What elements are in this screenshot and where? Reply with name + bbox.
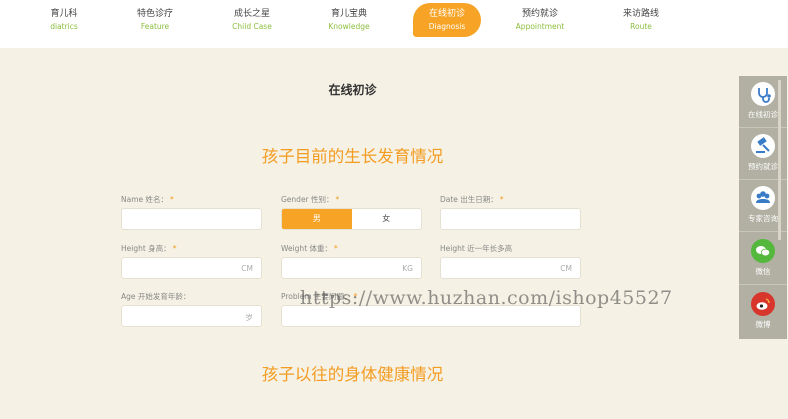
dob-label-text: Date 出生日期： <box>440 195 498 204</box>
gender-label: Gender 性别： * <box>281 194 422 205</box>
required-mark: * <box>335 195 340 204</box>
unit-age: 岁 <box>245 313 254 322</box>
growth-label: Height 近一年长多高 <box>440 244 513 253</box>
height-label: Height 身高： * <box>121 243 262 254</box>
gavel-icon <box>751 134 775 158</box>
unit-cm: CM <box>241 264 253 273</box>
page-title: 在线初诊 <box>328 83 377 97</box>
side-item-wechat[interactable]: 微信 <box>739 233 787 285</box>
side-bar-scrollbar[interactable] <box>778 80 781 240</box>
problem-input[interactable] <box>281 305 581 327</box>
nav-item-label: 在线初诊 <box>428 9 465 19</box>
required-mark: * <box>170 195 174 204</box>
nav-item-sublabel: Route <box>630 22 652 31</box>
nav-item-knowledge[interactable]: 育儿宝典 Knowledge <box>303 0 395 48</box>
name-input[interactable] <box>121 208 262 230</box>
required-mark: * <box>353 292 358 301</box>
gender-female-option[interactable]: 女 <box>352 209 422 229</box>
required-mark: * <box>172 244 177 253</box>
nav-item-sublabel: Feature <box>140 22 170 31</box>
nav-item-sublabel: Child Case <box>232 22 272 31</box>
dob-input[interactable] <box>440 208 581 230</box>
name-label: Name 姓名： * <box>121 194 262 205</box>
name-label-text: Name 姓名： <box>121 195 169 204</box>
gender-toggle: 男 女 <box>281 208 422 230</box>
gender-label-text: Gender 性别： <box>281 195 334 204</box>
age-label-text: Age 开始发育年龄： <box>121 292 191 301</box>
nav-item-label: 育儿科 <box>50 9 78 19</box>
unit-cm: CM <box>560 264 572 273</box>
gender-male-option[interactable]: 男 <box>282 209 352 229</box>
stethoscope-icon <box>751 82 775 106</box>
height-label-text: Height 身高： <box>121 244 171 253</box>
section-title-health-history: 孩子以往的身体健康情况 <box>261 365 444 384</box>
problem-label-text: Problem 主要问题： <box>281 292 352 301</box>
nav-item-label: 育儿宝典 <box>330 9 367 19</box>
required-mark: * <box>334 244 338 253</box>
nav-item-route[interactable]: 来访路线 Route <box>595 0 687 48</box>
experts-icon <box>751 186 775 210</box>
growth-input[interactable]: CM <box>440 257 581 279</box>
nav-item-sublabel: Knowledge <box>328 22 370 31</box>
section-title-growth: 孩子目前的生长发育情况 <box>261 147 444 166</box>
nav-item-diagnosis[interactable]: 在线初诊 Diagnosis <box>413 3 481 37</box>
nav-item-appointment[interactable]: 预约就诊 Appointment <box>494 0 586 48</box>
nav-item-sublabel: Appointment <box>515 22 565 31</box>
nav-item-sublabel: Diagnosis <box>428 22 466 31</box>
age-label: Age 开始发育年龄： <box>121 291 262 302</box>
nav-item-label: 特色诊疗 <box>136 9 173 19</box>
required-mark: * <box>499 195 504 204</box>
wechat-icon <box>751 239 775 263</box>
problem-label: Problem 主要问题： * <box>281 291 581 302</box>
side-item-label: 微信 <box>755 267 771 276</box>
nav-item-child-case[interactable]: 成长之星 Child Case <box>206 0 298 48</box>
weight-label: Weight 体重： * <box>281 243 422 254</box>
nav-item-label: 预约就诊 <box>521 9 558 19</box>
weight-input[interactable]: KG <box>281 257 422 279</box>
dob-label: Date 出生日期： * <box>440 194 581 205</box>
unit-kg: KG <box>402 264 413 273</box>
top-navigation: 育儿科 diatrics 特色诊疗 Feature 成长之星 Child Cas… <box>0 0 788 48</box>
nav-item-label: 成长之星 <box>233 9 270 19</box>
nav-item-feature[interactable]: 特色诊疗 Feature <box>109 0 201 48</box>
nav-item-label: 来访路线 <box>622 9 659 19</box>
nav-item-sublabel: diatrics <box>50 22 78 31</box>
nav-item-pediatrics[interactable]: 育儿科 diatrics <box>18 0 110 48</box>
age-input[interactable]: 岁 <box>121 305 262 327</box>
height-input[interactable]: CM <box>121 257 262 279</box>
weight-label-text: Weight 体重： <box>281 244 333 253</box>
side-item-label: 微博 <box>755 320 771 329</box>
weibo-icon <box>751 292 775 316</box>
side-item-weibo[interactable]: 微博 <box>739 286 787 338</box>
